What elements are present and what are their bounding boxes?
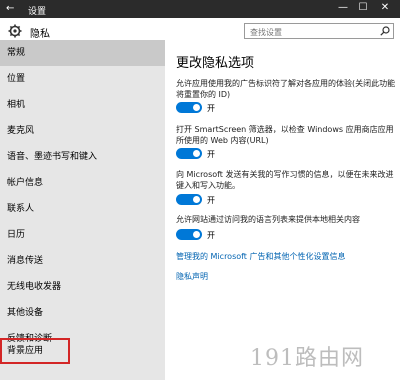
sidebar-item-general[interactable]: 常规	[0, 40, 165, 66]
privacy-statement-link[interactable]: 隐私声明	[176, 271, 208, 282]
sidebar-item-messaging[interactable]: 消息传送	[0, 248, 165, 274]
close-button[interactable]: ✕	[378, 2, 392, 13]
sidebar-item-camera[interactable]: 相机	[0, 92, 165, 118]
setting-smartscreen-state: 开	[207, 150, 215, 159]
setting-writing-info-state: 开	[207, 196, 215, 205]
manage-ads-link[interactable]: 管理我的 Microsoft 广告和其他个性化设置信息	[176, 251, 346, 262]
toggle-knob	[193, 196, 200, 203]
setting-language-list-state: 开	[207, 231, 215, 240]
setting-smartscreen-desc: 打开 SmartScreen 筛选器，以检查 Windows 应用商店应用所使用…	[176, 125, 394, 145]
sidebar-item-contacts[interactable]: 联系人	[0, 196, 165, 222]
sidebar-title: 隐私	[30, 29, 50, 40]
setting-advertising-id-toggle[interactable]	[176, 102, 202, 113]
search-icon[interactable]	[380, 26, 390, 36]
sidebar-item-background-apps[interactable]: 背景应用	[0, 338, 70, 364]
minimize-button[interactable]: —	[336, 2, 350, 13]
back-arrow-icon[interactable]: ←	[6, 3, 14, 14]
setting-writing-info-desc: 向 Microsoft 发送有关我的写作习惯的信息，以便在未来改进键入和写入功能…	[176, 170, 394, 190]
setting-language-list-toggle[interactable]	[176, 229, 202, 240]
sidebar-item-other-devices[interactable]: 其他设备	[0, 300, 165, 326]
setting-advertising-id-desc: 允许应用使用我的广告标识符了解对各应用的体验(关闭此功能将重置你的 ID)	[176, 79, 396, 99]
sidebar-item-speech-inking-typing[interactable]: 语音、墨迹书写和键入	[0, 144, 165, 170]
sidebar-item-account-info[interactable]: 帐户信息	[0, 170, 165, 196]
search-box[interactable]	[244, 23, 394, 39]
setting-advertising-id-state: 开	[207, 104, 215, 113]
setting-language-list-desc: 允许网站通过访问我的语言列表来提供本地相关内容	[176, 215, 360, 224]
sidebar-item-radios[interactable]: 无线电收发器	[0, 274, 165, 300]
setting-smartscreen-toggle[interactable]	[176, 148, 202, 159]
maximize-button[interactable]: ☐	[356, 2, 370, 13]
title-bar: ← 设置 — ☐ ✕	[0, 0, 400, 18]
toggle-knob	[193, 104, 200, 111]
sidebar: 隐私 常规 位置 相机 麦克风 语音、墨迹书写和键入 帐户信息 联系人 日历 消…	[0, 18, 165, 380]
window-title: 设置	[28, 7, 47, 17]
toggle-knob	[193, 150, 200, 157]
toggle-knob	[193, 231, 200, 238]
gear-icon	[8, 24, 22, 38]
sidebar-item-calendar[interactable]: 日历	[0, 222, 165, 248]
sidebar-item-location[interactable]: 位置	[0, 66, 165, 92]
watermark-logo: 191路由网	[250, 346, 364, 371]
page-title: 更改隐私选项	[176, 56, 255, 71]
setting-writing-info-toggle[interactable]	[176, 194, 202, 205]
sidebar-item-microphone[interactable]: 麦克风	[0, 118, 165, 144]
search-input[interactable]	[248, 25, 377, 39]
